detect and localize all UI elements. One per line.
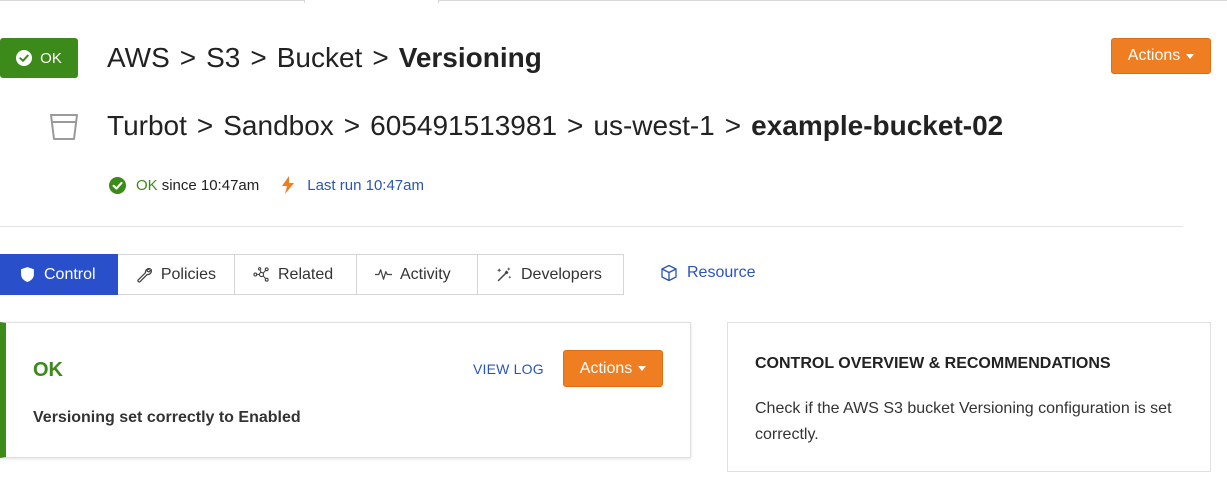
overview-heading: CONTROL OVERVIEW & RECOMMENDATIONS [755,355,1111,372]
top-tab-strip [0,0,1227,3]
header-actions-button[interactable]: Actions [1111,38,1211,74]
tab-policies[interactable]: Policies [118,254,235,295]
resource-breadcrumb: Turbot > Sandbox >605491513981 > us-west-1 > ex… [107,110,1003,142]
view-log-link[interactable]: VIEW LOG [473,361,544,377]
title-crumb-aws[interactable]: AWS [107,42,170,73]
resource-link[interactable]: Resource [660,264,755,282]
pulse-icon [375,269,392,280]
path-crumb-turbot[interactable]: Turbot [107,110,187,141]
title-crumb-s3[interactable]: S3 [206,42,240,73]
path-crumb-account[interactable]: 605491513981 [370,110,557,141]
path-crumb-region[interactable]: us-west-1 [593,110,714,141]
path-separator: > [343,110,361,141]
tab-label: Policies [160,265,216,283]
status-since: since 10:47am [161,176,260,194]
control-state: OK [33,359,63,381]
bucket-icon [50,114,78,140]
tab-label: Developers [521,265,602,283]
tab-label: Related [278,265,334,283]
caret-down-icon [1186,53,1195,59]
title-current: Versioning [398,42,542,73]
path-separator: > [196,110,214,141]
path-crumb-sandbox[interactable]: Sandbox [223,110,334,141]
wrench-icon [137,267,152,283]
status-ok-word: OK [136,176,158,194]
control-reason: Versioning set correctly to Enabled [33,409,301,426]
path-separator: > [567,110,584,141]
caret-down-icon [638,366,647,371]
title-separator: > [372,42,389,73]
header-actions-label: Actions [1127,47,1181,64]
control-actions-button[interactable]: Actions [563,350,663,387]
tab-label: Activity [400,265,451,283]
cube-icon [661,264,677,282]
tab-bar: Control Policies Related Activity Develo… [0,254,624,295]
path-current: example-bucket-02 [751,110,1004,141]
status-badge: OK [0,38,78,78]
check-circle-icon [16,50,33,66]
title-crumb-bucket[interactable]: Bucket [277,42,363,73]
last-run-link[interactable]: Last run 10:47am [307,177,424,194]
shield-icon [21,267,34,282]
page-title: AWS > S3 > Bucket > Versioning [107,42,542,74]
path-separator: > [724,110,742,141]
status-summary: OK since 10:47am Last run 10:47am [109,176,424,194]
control-overview-card: CONTROL OVERVIEW & RECOMMENDATIONS Check… [727,322,1211,472]
network-icon [253,267,269,282]
tab-developers[interactable]: Developers [478,254,624,295]
tab-activity[interactable]: Activity [357,254,478,295]
tab-control[interactable]: Control [0,254,118,295]
status-badge-label: OK [40,49,62,67]
overview-description: Check if the AWS S3 bucket Versioning co… [755,400,1172,443]
bolt-icon [282,176,295,194]
tab-related[interactable]: Related [235,254,357,295]
resource-link-label: Resource [687,264,756,281]
header-divider [0,226,1183,227]
magic-wand-icon [497,267,512,282]
title-separator: > [179,42,197,73]
control-actions-label: Actions [579,359,633,377]
title-separator: > [250,42,267,73]
tab-label: Control [44,265,96,283]
check-circle-icon [109,176,126,194]
control-state-card: OK VIEW LOG Actions Versioning set corre… [0,322,691,458]
